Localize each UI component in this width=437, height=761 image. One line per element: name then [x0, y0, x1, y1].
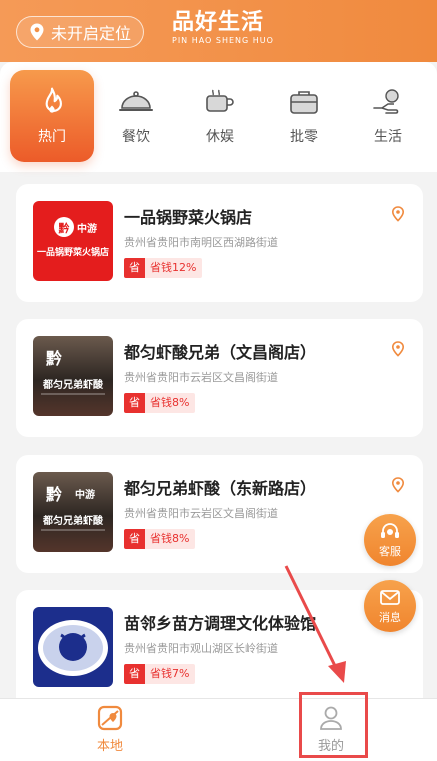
shop-address: 贵州省贵阳市南明区西湖路街道	[124, 236, 278, 249]
saving-tag: 省	[124, 258, 145, 278]
service-label: 客服	[379, 544, 401, 558]
message-label: 消息	[379, 610, 401, 624]
saving-percent: 省钱7%	[145, 664, 196, 684]
svg-text:中游: 中游	[77, 222, 97, 235]
map-icon	[97, 705, 123, 731]
hand-money-icon	[373, 89, 399, 114]
saving-badge: 省 省钱12%	[124, 258, 203, 278]
svg-text:都匀兄弟虾酸: 都匀兄弟虾酸	[42, 378, 104, 391]
app-header: 未开启定位 品好生活 PIN HAO SHENG HUO	[0, 0, 437, 62]
annotation-highlight-box	[299, 692, 368, 758]
saving-percent: 省钱8%	[145, 393, 196, 413]
location-button[interactable]: 未开启定位	[16, 16, 145, 48]
map-pin-icon[interactable]	[391, 477, 405, 493]
fire-icon	[45, 87, 62, 113]
category-dining[interactable]: 餐饮	[94, 70, 178, 162]
location-label: 未开启定位	[51, 24, 132, 43]
category-label: 休娱	[206, 129, 234, 145]
shop-name[interactable]: 都匀虾酸兄弟（文昌阁店）	[124, 339, 316, 363]
bottom-tab-bar: 本地 我的	[0, 698, 437, 761]
saving-tag: 省	[124, 529, 145, 549]
shop-address: 贵州省贵阳市云岩区文昌阁街道	[124, 371, 278, 384]
coffee-cup-icon	[206, 89, 234, 112]
map-pin-icon[interactable]	[391, 206, 405, 222]
tab-label: 本地	[96, 739, 123, 754]
saving-badge: 省 省钱7%	[124, 664, 196, 684]
category-retail[interactable]: 批零	[262, 70, 346, 162]
shop-thumbnail: 黔 中游 一品锅野菜火锅店	[33, 201, 113, 281]
saving-badge: 省 省钱8%	[124, 529, 196, 549]
brand-name-en: PIN HAO SHENG HUO	[172, 36, 274, 45]
svg-text:中游: 中游	[75, 488, 95, 501]
customer-service-button[interactable]: 客服	[364, 514, 416, 566]
saving-tag: 省	[124, 664, 145, 684]
shop-name[interactable]: 苗邻乡苗方调理文化体验馆	[124, 610, 316, 634]
category-bar: 热门 餐饮 休娱 批零 生活	[0, 62, 437, 172]
shop-card[interactable]: 苗邻乡苗方调理文化体验馆 贵州省贵阳市观山湖区长岭街道 省 省钱7%	[16, 590, 423, 698]
brand-logo: 品好生活 PIN HAO SHENG HUO	[172, 10, 274, 46]
saving-tag: 省	[124, 393, 145, 413]
category-leisure[interactable]: 休娱	[178, 70, 262, 162]
dish-cover-icon	[119, 91, 153, 111]
shop-emblem-icon	[38, 620, 108, 676]
svg-text:都匀兄弟虾酸: 都匀兄弟虾酸	[42, 514, 104, 527]
shop-name[interactable]: 都匀兄弟虾酸（东新路店）	[124, 475, 316, 499]
category-life[interactable]: 生活	[346, 70, 430, 162]
category-label: 生活	[374, 129, 402, 145]
category-label: 批零	[290, 129, 318, 145]
location-pin-icon	[30, 23, 44, 41]
shop-card[interactable]: 黔 中游 一品锅野菜火锅店 一品锅野菜火锅店 贵州省贵阳市南明区西湖路街道 省 …	[16, 184, 423, 302]
map-pin-icon[interactable]	[391, 341, 405, 357]
category-label: 热门	[38, 129, 66, 145]
category-hot[interactable]: 热门	[10, 70, 94, 162]
shop-thumbnail	[33, 607, 113, 687]
category-label: 餐饮	[122, 129, 150, 145]
saving-badge: 省 省钱8%	[124, 393, 196, 413]
saving-percent: 省钱12%	[145, 258, 203, 278]
shop-thumbnail: 黔 中游 都匀兄弟虾酸	[33, 472, 113, 552]
tab-local[interactable]: 本地	[65, 705, 155, 759]
svg-text:一品锅野菜火锅店: 一品锅野菜火锅店	[37, 246, 109, 258]
envelope-icon	[380, 589, 400, 605]
shop-address: 贵州省贵阳市观山湖区长岭街道	[124, 642, 278, 655]
saving-percent: 省钱8%	[145, 529, 196, 549]
shop-card[interactable]: 黔 中游 都匀兄弟虾酸 都匀兄弟虾酸（东新路店） 贵州省贵阳市云岩区文昌阁街道 …	[16, 455, 423, 573]
shop-name[interactable]: 一品锅野菜火锅店	[124, 204, 252, 228]
svg-text:黔: 黔	[59, 221, 70, 235]
shop-card[interactable]: 黔 都匀兄弟虾酸 都匀虾酸兄弟（文昌阁店） 贵州省贵阳市云岩区文昌阁街道 省 省…	[16, 319, 423, 437]
headset-icon	[381, 522, 399, 538]
message-button[interactable]: 消息	[364, 580, 416, 632]
svg-text:黔: 黔	[46, 485, 62, 504]
shop-thumbnail: 黔 都匀兄弟虾酸	[33, 336, 113, 416]
svg-text:黔: 黔	[46, 349, 62, 368]
brand-name-cn: 品好生活	[172, 10, 265, 35]
toolbox-icon	[290, 91, 318, 114]
shop-address: 贵州省贵阳市云岩区文昌阁街道	[124, 507, 278, 520]
